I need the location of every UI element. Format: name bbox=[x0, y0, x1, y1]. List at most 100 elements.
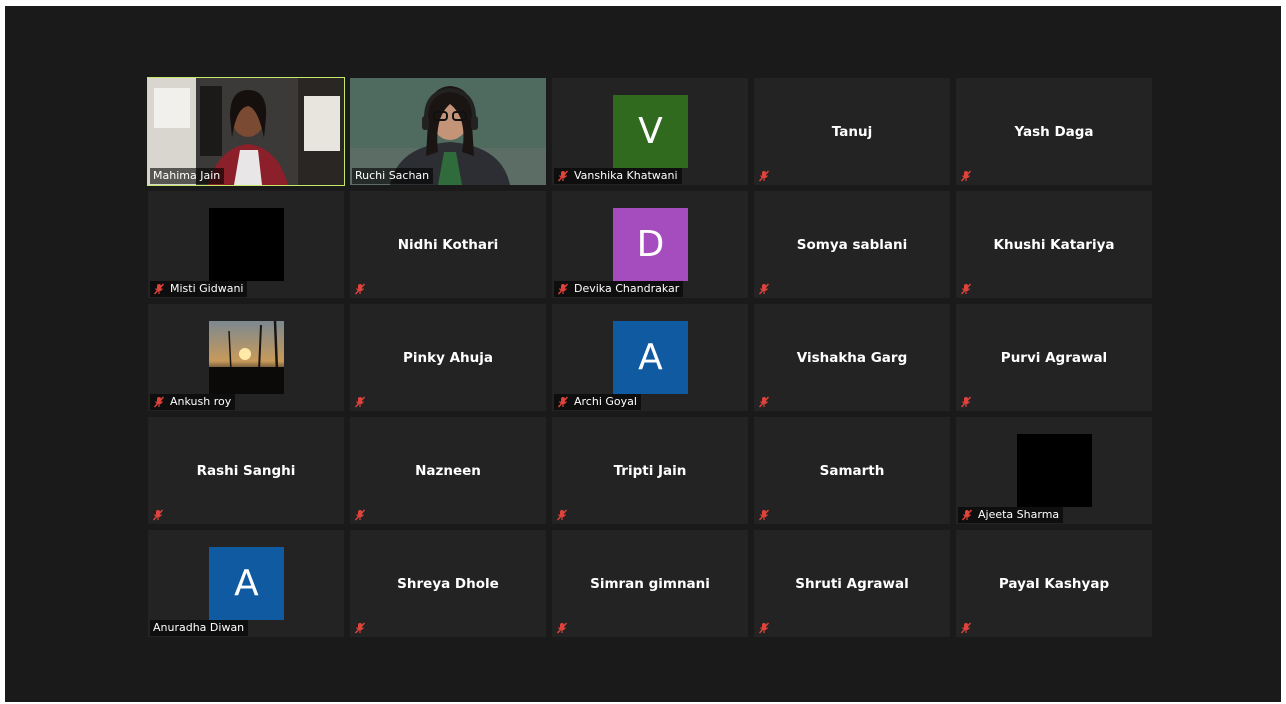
muted-mic-icon bbox=[758, 622, 770, 634]
name-label bbox=[958, 168, 979, 184]
avatar: D bbox=[613, 208, 688, 281]
participant-name: Devika Chandrakar bbox=[574, 282, 680, 295]
muted-mic-icon bbox=[354, 283, 366, 295]
participant-name: Ajeeta Sharma bbox=[978, 508, 1060, 521]
muted-mic-icon bbox=[961, 509, 973, 521]
participant-tile[interactable]: Shruti Agrawal bbox=[754, 530, 950, 637]
participant-display-name: Yash Daga bbox=[1014, 124, 1094, 140]
name-label: Ankush roy bbox=[150, 394, 236, 410]
participant-name: Misti Gidwani bbox=[170, 282, 244, 295]
participant-display-name: Tripti Jain bbox=[613, 463, 687, 479]
muted-mic-icon bbox=[960, 170, 972, 182]
muted-mic-icon bbox=[152, 509, 164, 521]
participant-name: Ankush roy bbox=[170, 395, 232, 408]
name-label bbox=[352, 507, 373, 523]
participant-tile[interactable]: Misti Gidwani bbox=[148, 191, 344, 298]
name-label: Misti Gidwani bbox=[150, 281, 248, 297]
name-label bbox=[352, 394, 373, 410]
participant-tile[interactable]: Nidhi Kothari bbox=[350, 191, 546, 298]
participant-tile[interactable]: Ajeeta Sharma bbox=[956, 417, 1152, 524]
muted-mic-icon bbox=[557, 396, 569, 408]
participant-tile[interactable]: Rashi Sanghi bbox=[148, 417, 344, 524]
muted-mic-icon bbox=[153, 283, 165, 295]
muted-mic-icon bbox=[758, 283, 770, 295]
muted-mic-icon bbox=[758, 396, 770, 408]
participant-tile[interactable]: Samarth bbox=[754, 417, 950, 524]
participant-display-name: Somya sablani bbox=[796, 237, 908, 253]
name-label bbox=[554, 620, 575, 636]
participant-tile[interactable]: Purvi Agrawal bbox=[956, 304, 1152, 411]
participant-tile[interactable]: Yash Daga bbox=[956, 78, 1152, 185]
muted-mic-icon bbox=[960, 622, 972, 634]
name-label: Ajeeta Sharma bbox=[958, 507, 1064, 523]
participant-tile[interactable]: Tanuj bbox=[754, 78, 950, 185]
participant-display-name: Pinky Ahuja bbox=[402, 350, 494, 366]
participant-display-name: Tanuj bbox=[831, 124, 873, 140]
participant-tile[interactable]: Ruchi Sachan bbox=[350, 78, 546, 185]
participant-display-name: Simran gimnani bbox=[590, 576, 710, 592]
name-label bbox=[756, 507, 777, 523]
participant-tile[interactable]: V Vanshika Khatwani bbox=[552, 78, 748, 185]
name-label bbox=[958, 620, 979, 636]
name-label bbox=[958, 394, 979, 410]
participant-tile[interactable]: D Devika Chandrakar bbox=[552, 191, 748, 298]
muted-mic-icon bbox=[153, 396, 165, 408]
participant-display-name: Vishakha Garg bbox=[796, 350, 908, 366]
muted-mic-icon bbox=[557, 283, 569, 295]
participant-tile[interactable]: Somya sablani bbox=[754, 191, 950, 298]
name-label: Devika Chandrakar bbox=[554, 281, 684, 297]
avatar: A bbox=[613, 321, 688, 394]
participant-name: Anuradha Diwan bbox=[153, 621, 245, 634]
name-label bbox=[756, 620, 777, 636]
name-label bbox=[756, 394, 777, 410]
participant-name: Archi Goyal bbox=[574, 395, 637, 408]
name-label: Archi Goyal bbox=[554, 394, 641, 410]
participant-tile[interactable]: Shreya Dhole bbox=[350, 530, 546, 637]
muted-mic-icon bbox=[556, 622, 568, 634]
muted-mic-icon bbox=[758, 509, 770, 521]
participant-tile[interactable]: Nazneen bbox=[350, 417, 546, 524]
name-label bbox=[756, 168, 777, 184]
avatar bbox=[1017, 434, 1092, 507]
muted-mic-icon bbox=[354, 396, 366, 408]
name-label: Vanshika Khatwani bbox=[554, 168, 682, 184]
participant-display-name: Shreya Dhole bbox=[397, 576, 499, 592]
participant-name: Mahima Jain bbox=[153, 169, 221, 182]
participant-display-name: Nidhi Kothari bbox=[397, 237, 499, 253]
participant-tile[interactable]: Vishakha Garg bbox=[754, 304, 950, 411]
participant-display-name: Nazneen bbox=[415, 463, 481, 479]
name-label: Ruchi Sachan bbox=[352, 168, 434, 184]
participant-tile[interactable]: A Archi Goyal bbox=[552, 304, 748, 411]
participant-display-name: Purvi Agrawal bbox=[1000, 350, 1108, 366]
muted-mic-icon bbox=[557, 170, 569, 182]
participant-tile[interactable]: A Anuradha Diwan bbox=[148, 530, 344, 637]
participant-tile[interactable]: Ankush roy bbox=[148, 304, 344, 411]
avatar: A bbox=[209, 547, 284, 620]
participant-display-name: Payal Kashyap bbox=[998, 576, 1110, 592]
name-label bbox=[756, 281, 777, 297]
participant-tile[interactable]: Pinky Ahuja bbox=[350, 304, 546, 411]
participant-tile[interactable]: Payal Kashyap bbox=[956, 530, 1152, 637]
name-label: Mahima Jain bbox=[150, 168, 225, 184]
muted-mic-icon bbox=[354, 509, 366, 521]
participant-display-name: Shruti Agrawal bbox=[795, 576, 909, 592]
meeting-window: Mahima Jain Ruchi Sachan V Vanshika Khatwan… bbox=[5, 6, 1281, 702]
gallery-grid: Mahima Jain Ruchi Sachan V Vanshika Khatwan… bbox=[147, 77, 1154, 637]
participant-tile[interactable]: Khushi Katariya bbox=[956, 191, 1152, 298]
participant-name: Ruchi Sachan bbox=[355, 169, 430, 182]
participant-tile[interactable]: Simran gimnani bbox=[552, 530, 748, 637]
participant-display-name: Rashi Sanghi bbox=[196, 463, 296, 479]
profile-photo bbox=[209, 321, 284, 394]
muted-mic-icon bbox=[556, 509, 568, 521]
name-label: Anuradha Diwan bbox=[150, 620, 249, 636]
name-label bbox=[352, 281, 373, 297]
avatar: V bbox=[613, 95, 688, 168]
name-label bbox=[150, 507, 171, 523]
muted-mic-icon bbox=[960, 396, 972, 408]
participant-tile[interactable]: Tripti Jain bbox=[552, 417, 748, 524]
avatar bbox=[209, 208, 284, 281]
muted-mic-icon bbox=[758, 170, 770, 182]
participant-display-name: Khushi Katariya bbox=[993, 237, 1115, 253]
participant-tile[interactable]: Mahima Jain bbox=[147, 77, 345, 186]
muted-mic-icon bbox=[960, 283, 972, 295]
